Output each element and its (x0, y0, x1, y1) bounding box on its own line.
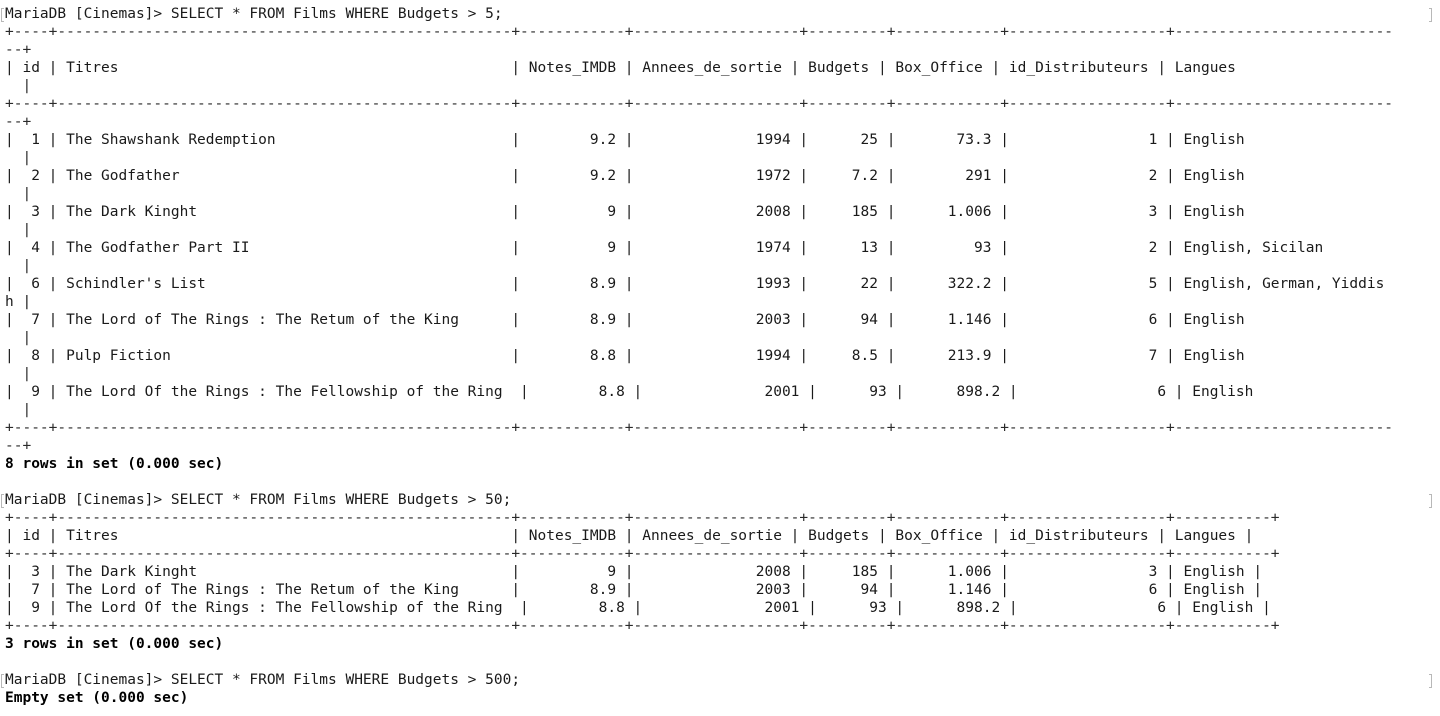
table-border-line: +----+----------------------------------… (5, 546, 1280, 562)
table-row-wrap: | (5, 222, 32, 238)
prompt-line-query-2: MariaDB [Cinemas]> SELECT * FROM Films W… (5, 492, 512, 508)
line-marker-left-icon (1, 494, 4, 508)
result-status: 3 rows in set (0.000 sec) (5, 636, 224, 652)
result-status: 8 rows in set (0.000 sec) (5, 456, 224, 472)
table-row: | 2 | The Godfather | 9.2 | 1972 | 7.2 |… (5, 168, 1245, 184)
table-row-wrap: | (5, 258, 32, 274)
table-row-wrap: h | (5, 294, 32, 310)
prompt-line-query-3: MariaDB [Cinemas]> SELECT * FROM Films W… (5, 672, 521, 688)
table-row: | 3 | The Dark Kinght | 9 | 2008 | 185 |… (5, 204, 1245, 220)
table-row: | 9 | The Lord Of the Rings : The Fellow… (5, 600, 1271, 616)
line-marker-left-icon (1, 674, 4, 688)
line-marker-right-icon (1429, 494, 1432, 508)
table-row-wrap: | (5, 330, 32, 346)
line-marker-right-icon (1429, 8, 1432, 22)
terminal-output[interactable]: MariaDB [Cinemas]> SELECT * FROM Films W… (5, 5, 1435, 711)
table-border-wrap: --+ (5, 42, 32, 58)
table-row: | 4 | The Godfather Part II | 9 | 1974 |… (5, 240, 1324, 256)
line-marker-left-icon (1, 8, 4, 22)
prompt-line-query-1: MariaDB [Cinemas]> SELECT * FROM Films W… (5, 6, 503, 22)
table-border-line: +----+----------------------------------… (5, 420, 1394, 436)
table-row-wrap: | (5, 366, 32, 382)
table-border-line: +----+----------------------------------… (5, 618, 1280, 634)
table-row: | 8 | Pulp Fiction | 8.8 | 1994 | 8.5 | … (5, 348, 1245, 364)
table-row-wrap: | (5, 186, 32, 202)
table-header-row: | id | Titres | Notes_IMDB | Annees_de_s… (5, 60, 1236, 76)
table-row: | 7 | The Lord of The Rings : The Retum … (5, 582, 1263, 598)
table-row: | 1 | The Shawshank Redemption | 9.2 | 1… (5, 132, 1245, 148)
table-header-wrap: | (5, 78, 32, 94)
table-row-wrap: | (5, 402, 32, 418)
table-border-line: +----+----------------------------------… (5, 510, 1280, 526)
table-row: | 9 | The Lord Of the Rings : The Fellow… (5, 384, 1254, 400)
table-border-wrap: --+ (5, 114, 32, 130)
table-row: | 7 | The Lord of The Rings : The Retum … (5, 312, 1245, 328)
table-row-wrap: | (5, 150, 32, 166)
line-marker-right-icon (1429, 674, 1432, 688)
table-header-row: | id | Titres | Notes_IMDB | Annees_de_s… (5, 528, 1254, 544)
table-border-wrap: --+ (5, 438, 32, 454)
table-border-line: +----+----------------------------------… (5, 24, 1394, 40)
result-status: Empty set (0.000 sec) (5, 690, 189, 706)
table-row: | 6 | Schindler's List | 8.9 | 1993 | 22… (5, 276, 1385, 292)
table-border-line: +----+----------------------------------… (5, 96, 1394, 112)
table-row: | 3 | The Dark Kinght | 9 | 2008 | 185 |… (5, 564, 1263, 580)
